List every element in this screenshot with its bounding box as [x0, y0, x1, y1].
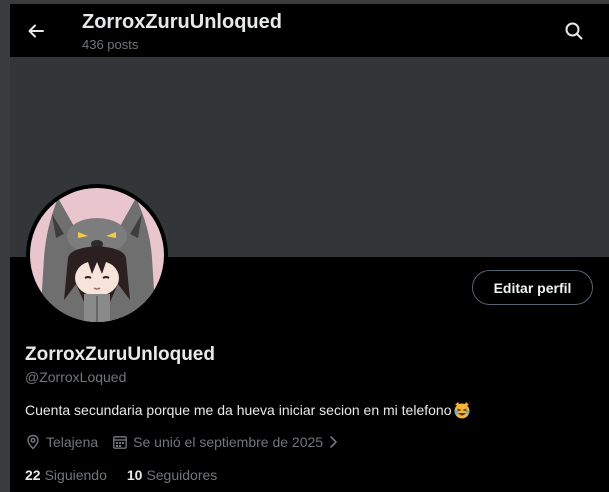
following-label: Siguiendo	[44, 467, 107, 483]
search-icon	[565, 22, 583, 40]
crying-laughing-cat-emoji-icon	[453, 401, 471, 419]
avatar-image	[30, 188, 164, 322]
arrow-left-icon	[28, 24, 44, 38]
edit-profile-button[interactable]: Editar perfil	[472, 270, 593, 305]
header-title: ZorroxZuruUnloqued	[82, 11, 282, 33]
calendar-icon	[113, 436, 128, 449]
profile-column: ZorroxZuruUnloqued 436 posts Editar perf…	[10, 4, 609, 492]
following-link[interactable]: 22 Siguiendo	[25, 467, 107, 483]
followers-link[interactable]: 10 Seguidores	[127, 467, 217, 483]
profile-handle: @ZorroxLoqued	[25, 369, 127, 385]
followers-label: Seguidores	[146, 467, 218, 483]
chevron-right-icon	[330, 436, 337, 448]
back-button[interactable]	[18, 13, 54, 49]
header-post-count: 436 posts	[82, 37, 139, 52]
following-count: 22	[25, 467, 41, 483]
page: ZorroxZuruUnloqued 436 posts Editar perf…	[0, 0, 609, 492]
profile-joined-date[interactable]: Se unió el septiembre de 2025	[112, 434, 344, 450]
followers-count: 10	[126, 467, 143, 483]
profile-bio: Cuenta secundaria porque me da hueva ini…	[25, 401, 471, 419]
profile-location-text: Telajena	[46, 434, 99, 450]
profile-stats: 22 Siguiendo 10 Seguidores	[25, 467, 217, 483]
location-pin-icon	[27, 434, 39, 450]
profile-location: Telajena	[25, 434, 98, 450]
profile-joined-text: Se unió el septiembre de 2025	[133, 434, 324, 450]
profile-header: ZorroxZuruUnloqued 436 posts	[10, 4, 609, 57]
search-button[interactable]	[556, 13, 592, 49]
profile-display-name: ZorroxZuruUnloqued	[25, 344, 215, 365]
profile-bio-text: Cuenta secundaria porque me da hueva ini…	[25, 402, 452, 418]
profile-meta: Telajena Se unió el septiembre de 2025	[25, 432, 344, 452]
avatar[interactable]	[26, 184, 168, 326]
